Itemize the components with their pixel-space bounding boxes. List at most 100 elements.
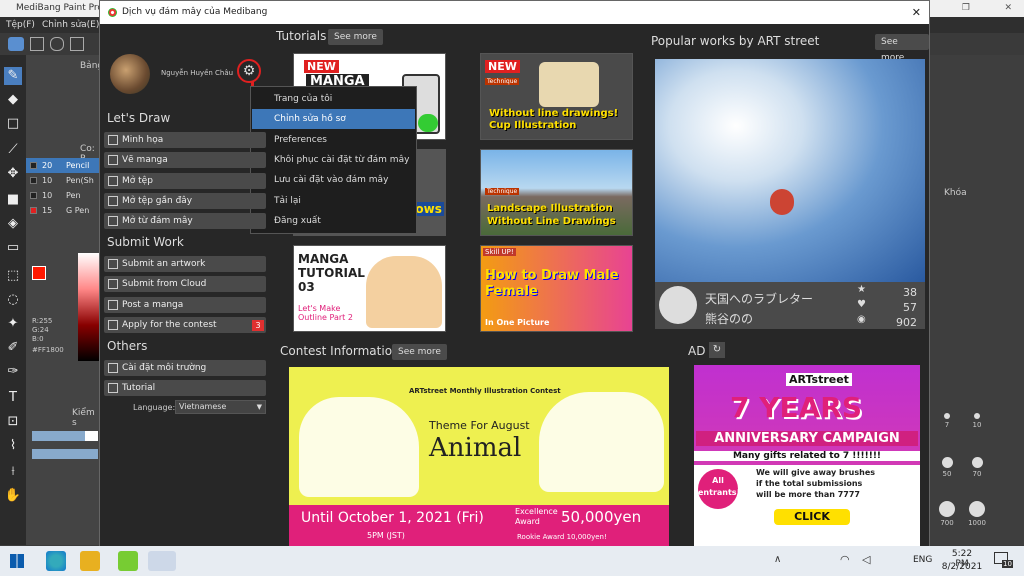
eyedropper-icon[interactable]: ⟊ (4, 463, 22, 481)
brush-tool-icon[interactable]: ✎ (4, 67, 22, 85)
brush-list-item[interactable]: 10 Pen (26, 188, 100, 203)
post-manga-button[interactable]: Post a manga (104, 296, 266, 313)
cloud-toolbar-icon[interactable] (8, 37, 24, 51)
ad-click-button[interactable]: CLICK (774, 509, 850, 525)
brush-size-preset[interactable]: 7 (934, 405, 960, 445)
manga-button[interactable]: Vẽ manga (104, 152, 266, 169)
eraser-tool-icon[interactable]: ◆ (4, 91, 22, 109)
user-menu-item[interactable]: Lưu cài đặt vào đám mây (252, 170, 415, 190)
select-eraser-icon[interactable]: ✑ (4, 363, 22, 381)
color-picker[interactable] (78, 253, 100, 361)
brush-size: 10 (42, 176, 53, 185)
edge-icon[interactable] (46, 551, 66, 571)
ad-title: AD (688, 344, 706, 358)
menu-edit[interactable]: Chỉnh sửa(E) (42, 17, 99, 33)
user-menu-item[interactable]: Đăng xuất (252, 211, 415, 231)
user-menu-item[interactable]: Khôi phục cài đặt từ đám mây (252, 150, 415, 170)
hand-tool-icon[interactable]: ✋ (4, 487, 22, 505)
wifi-icon[interactable]: ◠ (840, 553, 850, 566)
brush-list-item[interactable]: 20 Pencil (26, 158, 100, 173)
dialog-close-icon[interactable]: ✕ (912, 1, 921, 24)
volume-icon[interactable]: ◁ (862, 553, 870, 566)
fill-rect-tool-icon[interactable]: ■ (4, 191, 22, 209)
bucket-tool-icon[interactable]: ◈ (4, 215, 22, 233)
brush-size-preset[interactable]: 1000 (964, 493, 990, 533)
brush-list-item[interactable]: 10 Pen(Sh (26, 173, 100, 188)
brush-size-preset[interactable]: 70 (964, 449, 990, 489)
tutorial-card-2[interactable]: NEW Technique Without line drawings! Cup… (480, 53, 633, 140)
slider-1[interactable] (32, 431, 98, 441)
file-explorer-icon[interactable] (80, 551, 100, 571)
ad-gifts: Many gifts related to 7 !!!!!!! (694, 451, 920, 461)
author-avatar[interactable] (659, 286, 697, 324)
text-tool-icon[interactable]: T (4, 389, 22, 407)
open-file-button[interactable]: Mở tệp (104, 172, 266, 189)
environment-settings-button[interactable]: Cài đặt môi trường (104, 360, 266, 376)
tray-chevron-icon[interactable]: ∧ (774, 554, 781, 565)
user-menu-item[interactable]: Preferences (252, 130, 415, 150)
animals-right-illustration (539, 392, 664, 492)
start-icon[interactable] (10, 554, 24, 568)
award-value: 50,000yen (561, 508, 642, 526)
apply-contest-button[interactable]: Apply for the contest 3 (104, 316, 266, 333)
select-tool-icon[interactable]: ⬚ (4, 267, 22, 285)
dropper-tool-icon[interactable]: ⌇ (4, 437, 22, 455)
open-recent-button[interactable]: Mở tệp gần đây (104, 192, 266, 209)
lasso-tool-icon[interactable]: ◌ (4, 291, 22, 309)
item-label: Vẽ manga (122, 155, 168, 166)
item-icon (108, 383, 118, 394)
user-menu-item[interactable]: Tải lại (252, 191, 415, 211)
operation-tool-icon[interactable]: ⊡ (4, 413, 22, 431)
open-cloud-button[interactable]: Mở từ đám mây (104, 213, 266, 230)
tutorial-button[interactable]: Tutorial (104, 380, 266, 397)
tutorial-card-4[interactable]: Technique Landscape Illustration Without… (480, 149, 633, 236)
app-icon-2[interactable] (118, 551, 138, 571)
popular-artwork-image[interactable] (655, 59, 925, 282)
submit-artwork-button[interactable]: Submit an artwork (104, 256, 266, 272)
item-label: Apply for the contest (122, 319, 217, 330)
restore-icon[interactable]: ❐ (962, 0, 970, 17)
tutorials-title: Tutorials (276, 29, 327, 43)
submit-cloud-button[interactable]: Submit from Cloud (104, 276, 266, 293)
slider-2[interactable] (32, 449, 98, 459)
item-icon (108, 319, 118, 330)
clock-date[interactable]: 8/2/2021 (940, 562, 984, 572)
illustration-button[interactable]: Minh họa (104, 132, 266, 148)
menu-file[interactable]: Tệp(F) (6, 17, 35, 33)
avatar[interactable] (110, 54, 150, 94)
language-indicator[interactable]: ENG (913, 555, 932, 565)
item-icon (108, 363, 118, 373)
tutorial-card-6[interactable]: Skill UP! How to Draw Male Female In One… (480, 245, 633, 332)
brush-size-preset[interactable]: 700 (934, 493, 960, 533)
user-menu-item[interactable]: Trang của tôi (252, 89, 415, 109)
user-menu-item[interactable]: Chỉnh sửa hồ sơ (252, 109, 415, 130)
gear-icon[interactable]: ⚙ (237, 59, 261, 83)
dialog-title-bar: Dịch vụ đám mây của Medibang ✕ (100, 1, 929, 24)
move-tool-icon[interactable]: ✥ (4, 165, 22, 183)
refresh-icon[interactable]: ↻ (709, 342, 725, 358)
medibang-taskbar-icon[interactable] (148, 551, 176, 571)
tutorial-2-sub: Technique (485, 78, 520, 85)
select-pen-icon[interactable]: ✐ (4, 339, 22, 357)
foreground-color-swatch[interactable] (32, 266, 46, 280)
contest-banner[interactable]: ARTstreet Monthly Illustration Contest T… (289, 367, 669, 546)
item-icon (108, 135, 118, 145)
popular-see-more-button[interactable]: See more (875, 34, 929, 63)
layout-icon[interactable] (70, 37, 84, 51)
brush-list-item[interactable]: 15 G Pen (26, 203, 100, 218)
contest-see-more-button[interactable]: See more (392, 344, 447, 360)
brush-size-preset[interactable]: 10 (964, 405, 990, 445)
language-select[interactable]: Vietnamese ▼ (175, 400, 266, 414)
comment-icon[interactable] (50, 37, 64, 51)
ad-banner[interactable]: ARTstreet 7 YEARS ANNIVERSARY CAMPAIGN M… (694, 365, 920, 546)
rect-tool-icon[interactable]: □ (4, 115, 22, 133)
submit-work-title: Submit Work (107, 235, 184, 249)
magic-wand-icon[interactable]: ✦ (4, 315, 22, 333)
brush-size-preset[interactable]: 50 (934, 449, 960, 489)
pen-tool-icon[interactable]: ⟋ (4, 141, 22, 159)
tutorials-see-more-button[interactable]: See more (328, 29, 383, 45)
share-icon[interactable] (30, 37, 44, 51)
tutorial-card-5[interactable]: MANGA TUTORIAL 03 Let's Make Outline Par… (293, 245, 446, 332)
gradient-tool-icon[interactable]: ▭ (4, 239, 22, 257)
app-close-icon[interactable]: ✕ (1004, 0, 1012, 17)
